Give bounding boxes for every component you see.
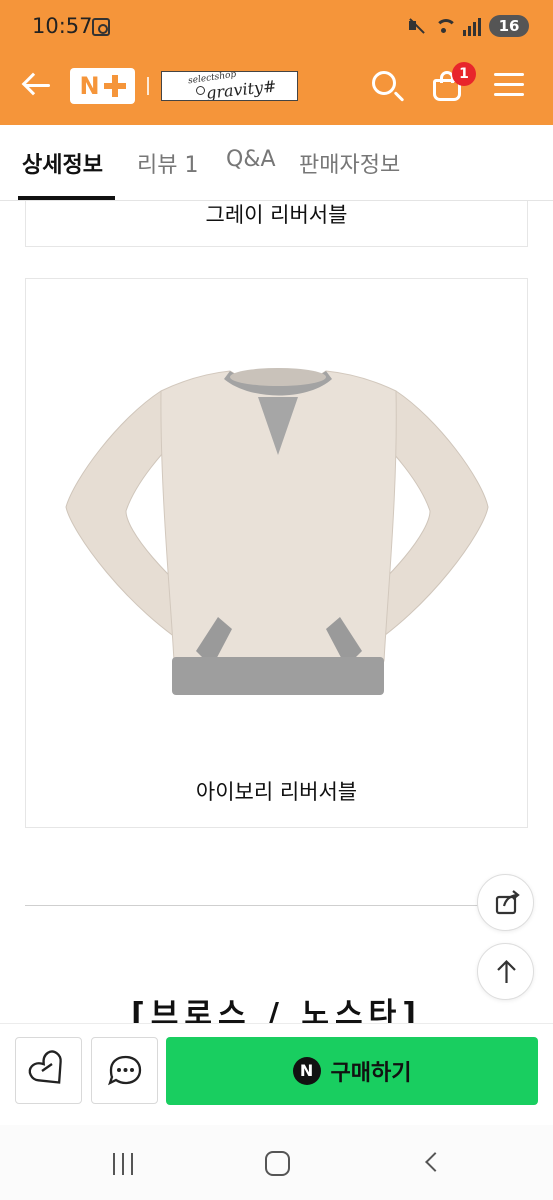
product-detail-content[interactable]: 그레이 리버서블 아이보리 리버서블 [브로스 / 노스타] [0,201,553,1023]
wifi-icon [433,16,457,36]
recents-icon[interactable] [110,1153,136,1175]
naver-plus-logo[interactable]: N [70,68,135,104]
mute-icon [407,16,425,36]
search-icon[interactable] [368,67,408,107]
signal-icon [463,16,481,36]
tab-reviews[interactable]: 리뷰 1 [137,147,198,179]
tab-detail[interactable]: 상세정보 [22,147,103,179]
app-header: N selectshop gravity# [0,47,553,125]
sweatshirt-image [65,368,489,695]
chat-icon[interactable] [91,1037,158,1104]
section-divider [25,905,503,906]
product-option-card-gray: 그레이 리버서블 [25,201,528,247]
naver-pay-badge: N [292,1057,321,1085]
heart-icon[interactable] [15,1037,82,1104]
store-logo-mark [196,86,205,95]
bottom-action-bar: N 구매하기 [0,1023,553,1125]
home-icon[interactable] [265,1151,290,1176]
tab-qna[interactable]: Q&A [226,147,276,172]
section-heading: [브로스 / 노스타] [131,997,422,1023]
menu-icon[interactable] [494,71,526,99]
tab-seller-info[interactable]: 판매자정보 [299,147,400,179]
buy-button-label: 구매하기 [330,1061,412,1086]
logo-n: N [79,72,100,100]
screenshot-icon [92,18,110,36]
buy-button[interactable]: N 구매하기 [166,1037,538,1105]
header-divider [147,77,149,95]
battery-icon: 16 [489,15,529,37]
status-icons: 16 [407,15,529,37]
status-time: 10:57 [32,14,93,38]
battery-level: 16 [498,17,520,35]
back-icon[interactable] [425,1152,445,1172]
tab-bar: 상세정보 리뷰 1 Q&A 판매자정보 [0,125,553,201]
product-option-card-ivory: 아이보리 리버서블 [25,278,528,828]
tab-active-indicator [18,196,115,200]
logo-plus-icon [103,75,126,97]
system-nav-bar [0,1125,553,1200]
share-icon[interactable] [477,874,534,931]
card-caption-ivory: 아이보리 리버서블 [195,780,358,804]
card-caption-gray: 그레이 리버서블 [205,203,348,227]
back-arrow-icon[interactable] [20,67,56,103]
store-logo[interactable]: selectshop gravity# [161,71,298,101]
cart-badge: 1 [452,62,476,86]
